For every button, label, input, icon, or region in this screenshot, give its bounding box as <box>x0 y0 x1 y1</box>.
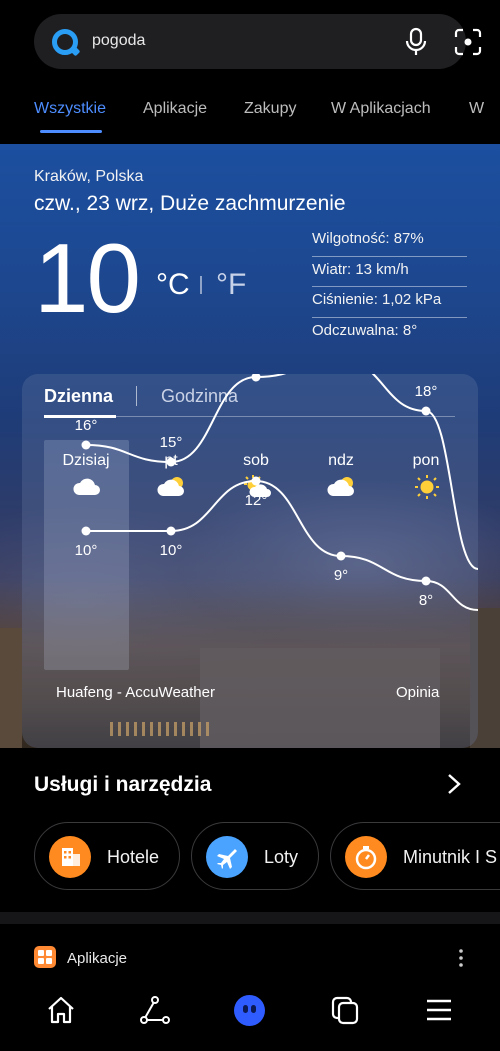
scan-icon[interactable] <box>453 27 483 57</box>
unit-celsius[interactable]: °C <box>156 268 190 302</box>
tab-aplikacje[interactable]: Aplikacje <box>143 100 207 118</box>
low-temp-point <box>81 526 91 536</box>
high-temp-point <box>81 440 91 450</box>
tab-zakupy[interactable]: Zakupy <box>244 100 296 118</box>
forecast-panel: Dzienna Godzinna Dzisiaj pt sob ndz pon <box>22 374 478 748</box>
high-temp-label: 18° <box>415 383 438 400</box>
service-minutnik[interactable]: Minutnik I S <box>330 822 500 890</box>
low-temp-point <box>166 526 176 536</box>
tab-w[interactable]: W <box>469 100 484 118</box>
apps-grid-icon <box>34 946 56 968</box>
tabs-icon[interactable] <box>329 994 361 1026</box>
feedback-link[interactable]: Opinia <box>396 684 439 701</box>
stopwatch-icon <box>345 836 387 878</box>
wind-stat: Wiatr: 13 km/h <box>312 257 467 287</box>
menu-icon[interactable] <box>423 994 455 1026</box>
more-options-icon[interactable] <box>458 948 464 968</box>
category-tabs: Wszystkie Aplikacje Zakupy W Aplikacjach… <box>0 86 500 134</box>
pressure-stat: Ciśnienie: 1,02 kPa <box>312 287 467 318</box>
hotel-icon <box>49 836 91 878</box>
feels-like-stat: Odczuwalna: 8° <box>312 321 418 339</box>
low-temp-point <box>336 551 346 561</box>
search-logo-icon <box>52 29 78 55</box>
high-temp-point <box>421 406 431 416</box>
chevron-right-icon[interactable] <box>446 773 462 795</box>
low-temp-label: 8° <box>419 592 433 609</box>
tab-wszystkie[interactable]: Wszystkie <box>34 100 106 118</box>
search-query[interactable]: pogoda <box>92 32 145 50</box>
plane-icon <box>206 836 248 878</box>
low-temp-point <box>251 476 261 486</box>
low-temp-line <box>86 479 478 611</box>
microphone-icon[interactable] <box>402 27 430 57</box>
high-temp-label: 16° <box>75 417 98 434</box>
active-tab-indicator <box>40 130 102 133</box>
section-divider <box>0 912 500 924</box>
humidity-stat: Wilgotność: 87% <box>312 226 467 257</box>
high-temp-point <box>251 374 261 382</box>
current-temperature: 10 <box>34 223 141 333</box>
tab-w-aplikacjach[interactable]: W Aplikacjach <box>331 100 431 118</box>
search-bar[interactable]: pogoda <box>34 14 482 69</box>
low-temp-label: 12° <box>245 492 268 509</box>
assistant-button[interactable] <box>234 995 265 1026</box>
bottom-navigation <box>0 980 500 1051</box>
service-label: Minutnik I S <box>403 847 498 867</box>
share-nodes-icon[interactable] <box>139 994 171 1026</box>
services-title: Usługi i narzędzia <box>34 773 212 796</box>
service-label: Loty <box>264 847 299 867</box>
unit-fahrenheit[interactable]: °F <box>216 268 246 302</box>
weather-stats: Wilgotność: 87% Wiatr: 13 km/h Ciśnienie… <box>312 226 467 348</box>
weather-card[interactable]: Kraków, Polska czw., 23 wrz, Duże zachmu… <box>0 144 500 748</box>
unit-separator <box>200 276 202 294</box>
apps-section-title: Aplikacje <box>67 950 128 967</box>
high-temp-point <box>166 457 176 467</box>
low-temp-label: 9° <box>334 567 348 584</box>
service-label: Hotele <box>107 847 160 867</box>
weather-source[interactable]: Huafeng - AccuWeather <box>56 684 215 701</box>
service-hotele[interactable]: Hotele <box>34 822 180 890</box>
low-temp-point <box>421 576 431 586</box>
home-icon[interactable] <box>45 994 77 1026</box>
high-temp-label: 15° <box>160 434 183 451</box>
low-temp-label: 10° <box>160 542 183 559</box>
weather-location: Kraków, Polska <box>34 168 144 185</box>
service-loty[interactable]: Loty <box>191 822 319 890</box>
high-temp-line <box>85 374 478 570</box>
weather-condition: czw., 23 wrz, Duże zachmurzenie <box>34 192 346 215</box>
low-temp-label: 10° <box>75 542 98 559</box>
